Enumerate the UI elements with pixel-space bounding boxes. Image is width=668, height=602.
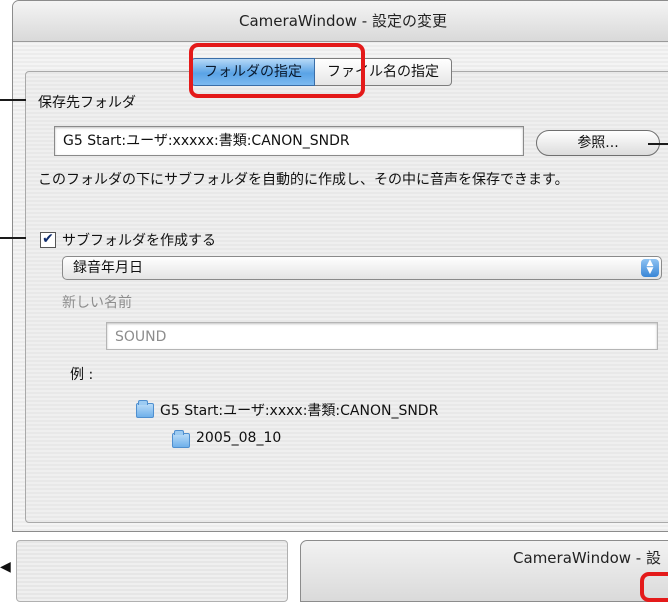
new-name-field[interactable]: SOUND [106,322,658,350]
folder-icon [136,400,154,418]
callout-line-save-folder [0,99,26,101]
corner-highlight-annotation [640,572,668,602]
second-window: CameraWindow - 設 [300,540,668,602]
tab-highlight-annotation [189,43,365,98]
callout-line-browse [648,143,668,145]
popup-arrows-icon: ▲ ▼ [641,259,659,277]
second-window-title: CameraWindow - 設 [513,549,661,567]
subfolder-name-popup[interactable]: 録音年月日 ▲ ▼ [62,256,662,280]
subfolder-name-popup-value: 録音年月日 [73,260,143,276]
lower-panel [16,540,288,602]
example-label: 例 : [70,367,94,383]
create-subfolder-checkbox[interactable]: ✔ [40,232,56,248]
save-folder-path-field[interactable]: G5 Start:ユーザ:xxxxx:書類:CANON_SNDR [54,126,524,156]
callout-line-subfolder [0,237,26,239]
folder-settings-panel: 保存先フォルダ G5 Start:ユーザ:xxxxx:書類:CANON_SNDR… [25,71,668,523]
settings-window: CameraWindow - 設定の変更 保存先フォルダ G5 Start:ユー… [12,0,668,532]
folder-icon [172,430,190,448]
example-parent-path: G5 Start:ユーザ:xxxx:書類:CANON_SNDR [160,403,439,419]
example-child-folder: 2005_08_10 [196,430,282,446]
window-title: CameraWindow - 設定の変更 [13,1,668,42]
save-folder-description: このフォルダの下にサブフォルダを自動的に作成し、その中に音声を保存できます。 [38,172,569,188]
callout-arrow-icon: ◀ [0,559,11,575]
save-folder-heading: 保存先フォルダ [38,95,136,111]
browse-button[interactable]: 参照... [536,130,660,156]
new-name-label: 新しい名前 [62,295,132,311]
create-subfolder-label: サブフォルダを作成する [62,233,216,249]
